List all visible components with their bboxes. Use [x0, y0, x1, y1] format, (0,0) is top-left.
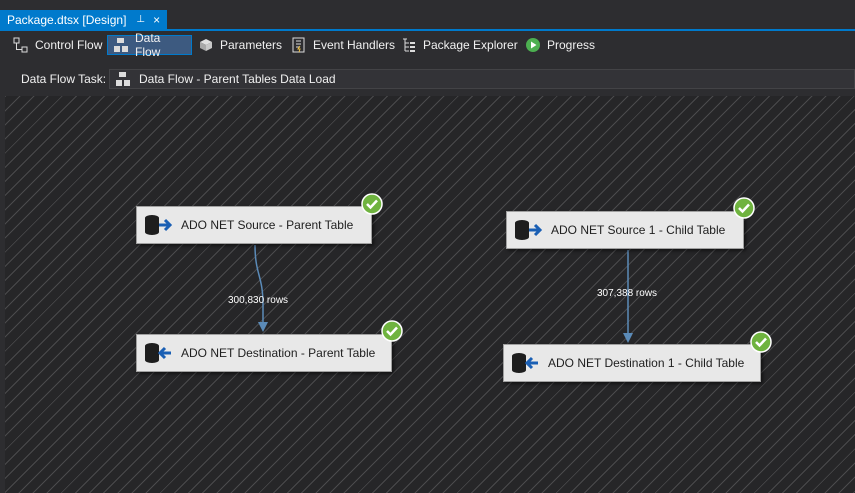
path-row-count: 300,830 rows — [228, 295, 289, 306]
component-label: ADO NET Source 1 - Child Table — [551, 223, 726, 237]
ado-net-destination-child[interactable]: ADO NET Destination 1 - Child Table — [503, 344, 761, 382]
success-check-icon — [750, 331, 772, 353]
path-parent[interactable] — [254, 244, 268, 332]
arrow-head-icon — [623, 333, 633, 343]
ado-net-destination-parent[interactable]: ADO NET Destination - Parent Table — [136, 334, 392, 372]
success-check-icon — [361, 193, 383, 215]
ado-net-source-parent[interactable]: ADO NET Source - Parent Table — [136, 206, 372, 244]
component-label: ADO NET Destination - Parent Table — [181, 346, 376, 360]
destination-icon — [508, 348, 542, 378]
ado-net-source-child[interactable]: ADO NET Source 1 - Child Table — [506, 211, 744, 249]
arrow-head-icon — [258, 322, 268, 332]
destination-icon — [141, 338, 175, 368]
component-label: ADO NET Destination 1 - Child Table — [548, 356, 745, 370]
source-icon — [141, 210, 175, 240]
source-icon — [511, 215, 545, 245]
path-row-count: 307,388 rows — [597, 288, 658, 299]
success-check-icon — [381, 320, 403, 342]
component-label: ADO NET Source - Parent Table — [181, 218, 354, 232]
success-check-icon — [733, 197, 755, 219]
